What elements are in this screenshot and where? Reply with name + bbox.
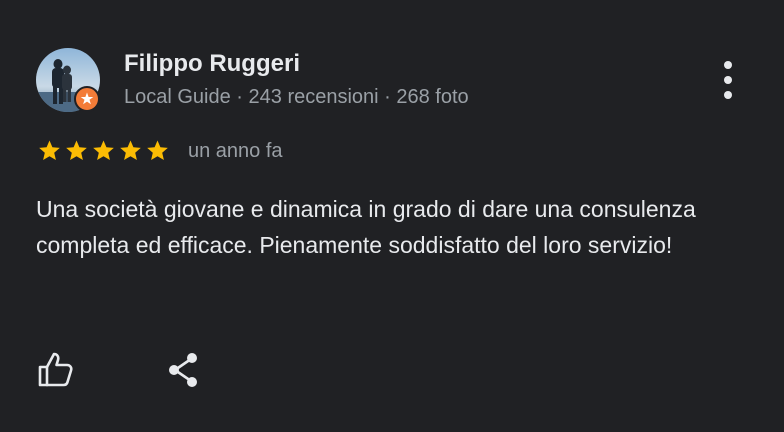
- star-icon: [93, 140, 114, 160]
- local-guide-badge-icon: [74, 86, 100, 112]
- thumb-up-icon: [38, 352, 73, 387]
- star-icon: [39, 140, 60, 160]
- like-button[interactable]: [36, 350, 76, 390]
- review-date: un anno fa: [188, 140, 283, 162]
- share-icon: [169, 353, 197, 387]
- author-name[interactable]: Filippo Ruggeri: [124, 50, 300, 78]
- author-meta[interactable]: Local Guide · 243 recensioni · 268 foto: [124, 84, 469, 110]
- star-rating: [36, 139, 171, 163]
- star-icon: [120, 140, 141, 160]
- rating-row: un anno fa: [36, 137, 283, 165]
- review-text: Una società giovane e dinamica in grado …: [36, 196, 696, 258]
- more-vert-icon: [724, 61, 732, 99]
- more-options-button[interactable]: [712, 58, 744, 102]
- review-card: Filippo Ruggeri Local Guide · 243 recens…: [0, 0, 784, 432]
- star-icon: [147, 140, 168, 160]
- star-icon: [66, 140, 87, 160]
- share-button[interactable]: [164, 350, 204, 390]
